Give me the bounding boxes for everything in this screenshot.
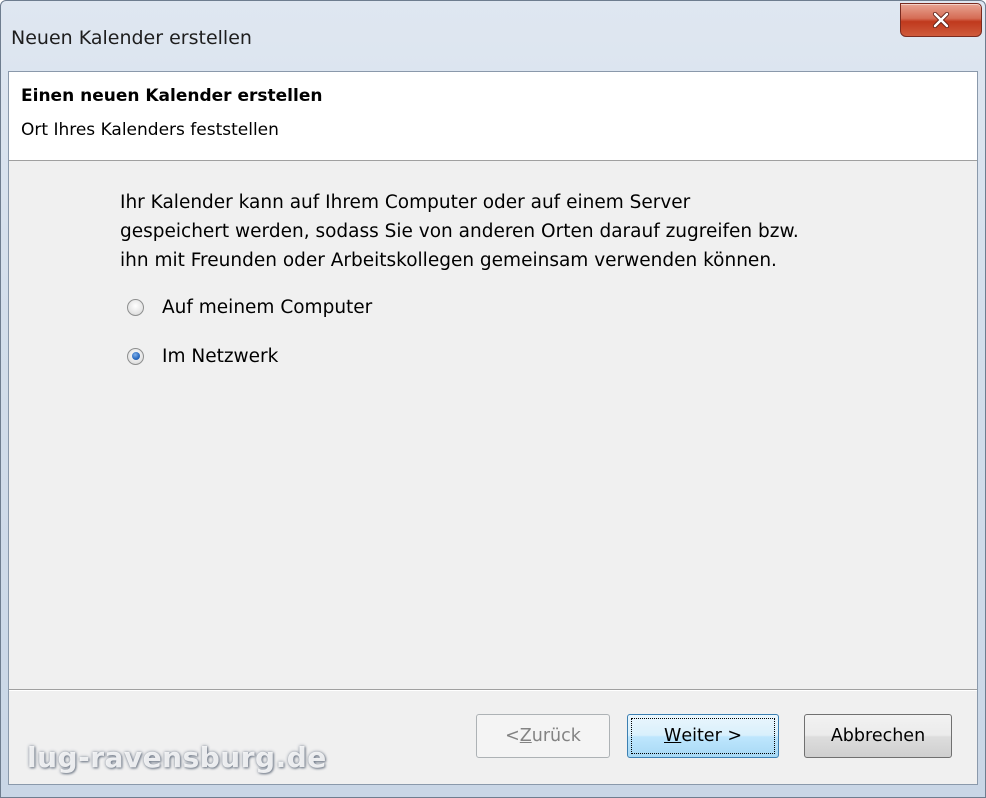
radio-option-local[interactable]: Auf meinem Computer [127,294,372,320]
radio-label-network[interactable]: Im Netzwerk [162,346,278,367]
footer-separator [9,689,977,691]
close-button[interactable] [900,3,982,37]
radio-option-network[interactable]: Im Netzwerk [127,343,278,369]
back-button[interactable]: < Zurück [476,714,610,758]
description-line: Ihr Kalender kann auf Ihrem Computer ode… [120,192,691,213]
window-title: Neuen Kalender erstellen [11,27,252,49]
description-line: gespeichert werden, sodass Sie von ander… [120,221,799,242]
next-button[interactable]: Weiter > [627,714,779,758]
description-text: Ihr Kalender kann auf Ihrem Computer ode… [120,188,920,275]
wizard-header: Einen neuen Kalender erstellen Ort Ihres… [9,72,977,161]
dialog-window: Neuen Kalender erstellen Einen neuen Kal… [0,0,986,798]
dialog-content: Einen neuen Kalender erstellen Ort Ihres… [8,71,978,785]
focus-ring [631,718,775,754]
radio-local[interactable] [127,298,144,316]
title-bar[interactable]: Neuen Kalender erstellen [1,1,985,71]
wizard-title: Einen neuen Kalender erstellen [21,86,323,106]
cancel-button[interactable]: Abbrechen [804,714,952,758]
back-button-prefix: < [505,726,520,746]
watermark-text: lug-ravensburg.de [27,741,327,774]
wizard-subtitle: Ort Ihres Kalenders feststellen [21,120,279,140]
back-button-label: urück [531,726,581,746]
radio-label-local[interactable]: Auf meinem Computer [162,297,372,318]
close-icon [932,12,950,28]
radio-network[interactable] [127,347,144,365]
back-button-mnemonic: Z [519,726,532,746]
description-line: ihn mit Freunden oder Arbeitskollegen ge… [120,250,777,271]
